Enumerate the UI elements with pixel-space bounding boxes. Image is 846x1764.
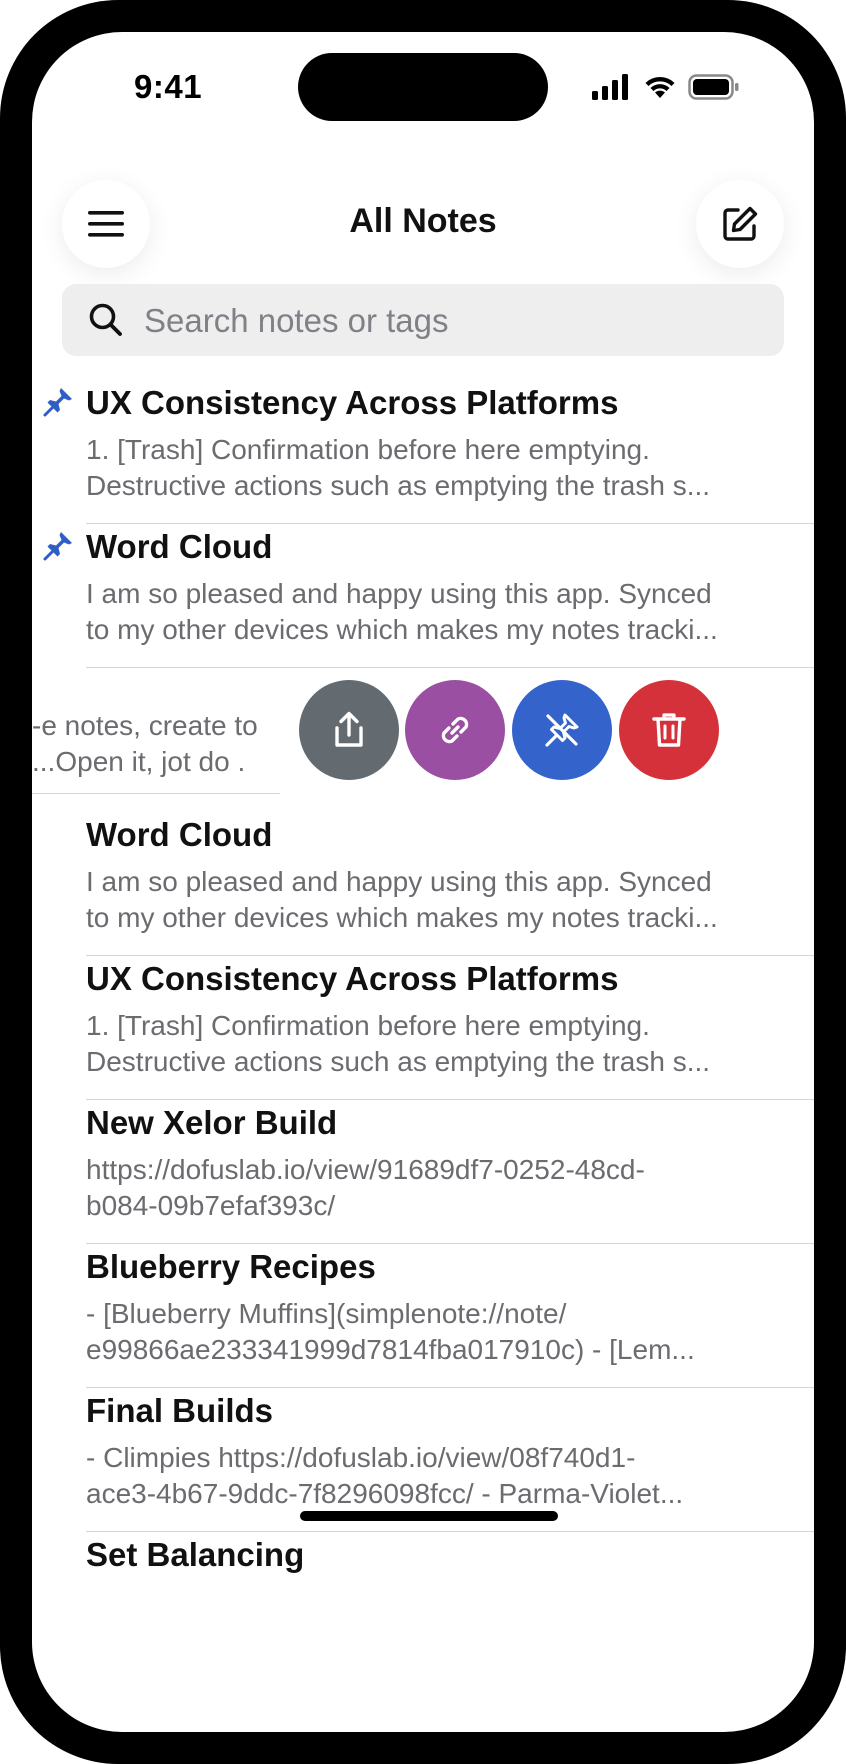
delete-button[interactable] <box>619 680 719 780</box>
note-preview-line: I am so pleased and happy using this app… <box>86 866 712 897</box>
cellular-signal-icon <box>592 74 628 100</box>
swiped-note-preview: e notes, create to- . Open it, jot do... <box>32 708 282 780</box>
note-preview-line: Destructive actions such as emptying the… <box>86 470 711 501</box>
note-preview-line: e99866ae233341999d7814fba017910c) - [Lem… <box>86 1334 695 1365</box>
note-row[interactable]: Word Cloud I am so pleased and happy usi… <box>32 794 814 956</box>
unpin-button[interactable] <box>512 680 612 780</box>
note-title: Word Cloud <box>86 816 273 853</box>
note-preview-line: . Open it, jot do... <box>32 746 246 777</box>
note-row[interactable]: UX Consistency Across Platforms 1. [Tras… <box>32 938 814 1100</box>
note-row[interactable]: Blueberry Recipes - [Blueberry Muffins](… <box>32 1226 814 1388</box>
note-row[interactable]: Set Balancing <box>32 1514 814 1676</box>
note-preview: https://dofuslab.io/view/91689df7-0252-4… <box>86 1152 756 1224</box>
device-frame: 9:41 All Notes Search notes or tags UX C… <box>0 0 846 1764</box>
dynamic-island <box>298 53 548 121</box>
note-preview-line: to my other devices which makes my notes… <box>86 902 718 933</box>
note-preview: - [Blueberry Muffins](simplenote://note/… <box>86 1296 756 1368</box>
note-preview-line: b084-09b7efaf393c/ <box>86 1190 336 1221</box>
note-preview-line: 1. [Trash] Confirmation before here empt… <box>86 1010 650 1041</box>
note-preview: 1. [Trash] Confirmation before here empt… <box>86 432 756 504</box>
copy-link-button[interactable] <box>405 680 505 780</box>
navigation-header: All Notes <box>32 150 814 268</box>
note-preview-line: https://dofuslab.io/view/91689df7-0252-4… <box>86 1154 645 1185</box>
compose-icon <box>723 206 758 241</box>
note-title: Word Cloud <box>86 528 273 565</box>
note-title: UX Consistency Across Platforms <box>86 384 619 421</box>
note-title: New Xelor Build <box>86 1104 338 1141</box>
note-preview-line: 1. [Trash] Confirmation before here empt… <box>86 434 650 465</box>
unpin-icon <box>545 713 579 747</box>
note-preview-line: to my other devices which makes my notes… <box>86 614 718 645</box>
status-icons <box>592 74 762 104</box>
note-row[interactable]: Final Builds - Climpies https://dofuslab… <box>32 1370 814 1532</box>
battery-icon <box>688 74 739 100</box>
note-preview: I am so pleased and happy using this app… <box>86 576 756 648</box>
wifi-icon <box>645 76 675 98</box>
search-bar <box>62 284 784 358</box>
status-time: 9:41 <box>134 68 203 105</box>
note-preview: I am so pleased and happy using this app… <box>86 864 756 936</box>
screen: 9:41 All Notes Search notes or tags UX C… <box>32 32 814 1732</box>
note-preview-line: I am so pleased and happy using this app… <box>86 578 712 609</box>
note-preview: - Climpies https://dofuslab.io/view/08f7… <box>86 1440 756 1512</box>
note-title: Blueberry Recipes <box>86 1248 376 1285</box>
note-row[interactable]: Word Cloud I am so pleased and happy usi… <box>32 506 814 668</box>
note-title: Final Builds <box>86 1392 274 1429</box>
link-icon <box>441 716 469 744</box>
note-preview-line: - [Blueberry Muffins](simplenote://note/ <box>86 1298 567 1329</box>
share-button[interactable] <box>299 680 399 780</box>
note-preview-line: e notes, create to- <box>32 710 258 741</box>
pin-icon <box>43 388 72 417</box>
search-input[interactable] <box>142 284 766 358</box>
home-indicator[interactable] <box>300 1511 558 1521</box>
note-preview-line: Destructive actions such as emptying the… <box>86 1046 711 1077</box>
note-preview-line: ace3-4b67-9ddc-7f8296098fcc/ - Parma-Vio… <box>86 1478 684 1509</box>
note-preview-line: - Climpies https://dofuslab.io/view/08f7… <box>86 1442 636 1473</box>
note-title: UX Consistency Across Platforms <box>86 960 619 997</box>
note-preview: 1. [Trash] Confirmation before here empt… <box>86 1008 756 1080</box>
share-icon <box>335 711 363 747</box>
status-bar: 9:41 <box>32 32 814 150</box>
trash-icon <box>652 713 686 747</box>
search-icon <box>89 303 122 336</box>
note-row[interactable]: New Xelor Build https://dofuslab.io/view… <box>32 1082 814 1244</box>
new-note-button[interactable] <box>696 180 784 268</box>
note-title: Set Balancing <box>86 1536 305 1573</box>
swiped-note-row[interactable]: e notes, create to- . Open it, jot do... <box>32 650 814 794</box>
pin-icon <box>43 532 72 561</box>
note-row[interactable]: UX Consistency Across Platforms 1. [Tras… <box>32 362 814 524</box>
